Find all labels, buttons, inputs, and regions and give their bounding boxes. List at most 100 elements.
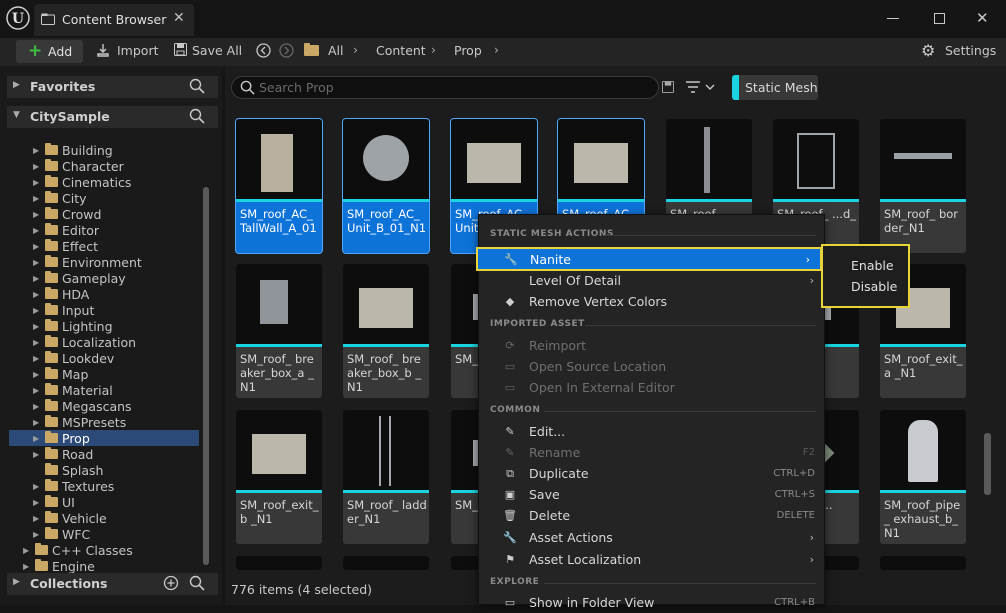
- expand-arrow-icon[interactable]: ▶: [33, 178, 43, 187]
- menu-item-level-of-detail[interactable]: Level Of Detail ›: [479, 270, 824, 291]
- menu-item-asset-localization[interactable]: ⚑ Asset Localization ›: [479, 549, 824, 570]
- sidebar-item-building[interactable]: ▶ Building: [9, 142, 199, 158]
- save-all-button[interactable]: Save All: [174, 42, 244, 62]
- sidebar-item-engine[interactable]: ▶ Engine: [9, 558, 95, 574]
- expand-arrow-icon[interactable]: ▶: [33, 322, 43, 331]
- asset-tile[interactable]: [880, 556, 966, 570]
- asset-tile[interactable]: SM_roof_exit_b _N1: [236, 410, 322, 544]
- asset-tile[interactable]: SM_roof_pipe_ exhaust_b_N1: [880, 410, 966, 544]
- expand-arrow-icon[interactable]: ▶: [33, 146, 43, 155]
- menu-item-show-in-folder[interactable]: ▭ Show in Folder View CTRL+B: [479, 592, 824, 613]
- menu-item-duplicate[interactable]: ⧉ Duplicate CTRL+D: [479, 463, 824, 484]
- asset-tile[interactable]: [343, 556, 429, 570]
- expand-arrow-icon[interactable]: ▶: [33, 210, 43, 219]
- content-browser-tab[interactable]: Content Browser ✕: [34, 4, 194, 36]
- sidebar-item-input[interactable]: ▶ Input: [9, 302, 199, 318]
- sidebar-item-localization[interactable]: ▶ Localization: [9, 334, 199, 350]
- expand-arrow-icon[interactable]: ▶: [33, 290, 43, 299]
- sidebar-item-splash[interactable]: Splash: [9, 462, 199, 478]
- menu-item-enable[interactable]: Enable: [851, 258, 894, 273]
- sidebar-item-crowd[interactable]: ▶ Crowd: [9, 206, 199, 222]
- asset-tile[interactable]: SM_roof_ breaker_box_b _N1: [343, 264, 429, 398]
- sidebar-item-lighting[interactable]: ▶ Lighting: [9, 318, 199, 334]
- expand-arrow-icon[interactable]: ▶: [33, 434, 43, 443]
- sidebar-item-city[interactable]: ▶ City: [9, 190, 199, 206]
- sidebar-item-character[interactable]: ▶ Character: [9, 158, 199, 174]
- expand-arrow-icon[interactable]: ▶: [33, 306, 43, 315]
- breadcrumb-prop[interactable]: Prop: [454, 43, 482, 58]
- sidebar-item-lookdev[interactable]: ▶ Lookdev: [9, 350, 199, 366]
- expand-arrow-icon[interactable]: ▶: [33, 498, 43, 507]
- add-collection-icon[interactable]: [163, 575, 179, 591]
- citysample-header[interactable]: ▼ CitySample: [7, 106, 218, 128]
- expand-arrow-icon[interactable]: ▶: [23, 562, 33, 571]
- menu-item-open-external-editor[interactable]: ▭ Open In External Editor: [479, 377, 824, 398]
- forward-icon[interactable]: [279, 43, 294, 58]
- menu-item-rename[interactable]: ✎ Rename F2: [479, 442, 824, 463]
- collections-header[interactable]: ▶ Collections: [7, 573, 218, 595]
- expand-arrow-icon[interactable]: ▶: [33, 370, 43, 379]
- sidebar-item-environment[interactable]: ▶ Environment: [9, 254, 199, 270]
- expand-arrow-icon[interactable]: ▶: [33, 194, 43, 203]
- search-icon[interactable]: [189, 108, 205, 124]
- menu-item-remove-vertex-colors[interactable]: ◆ Remove Vertex Colors: [479, 291, 824, 312]
- sidebar-item-editor[interactable]: ▶ Editor: [9, 222, 199, 238]
- menu-item-edit[interactable]: ✎ Edit...: [479, 421, 824, 442]
- sidebar-item-vehicle[interactable]: ▶ Vehicle: [9, 510, 199, 526]
- minimize-button[interactable]: [887, 18, 899, 19]
- asset-tile[interactable]: [236, 556, 322, 570]
- close-window-button[interactable]: ✕: [976, 9, 989, 27]
- expand-arrow-icon[interactable]: ▶: [33, 482, 43, 491]
- menu-item-disable[interactable]: Disable: [851, 279, 897, 294]
- expand-arrow-icon[interactable]: ▶: [33, 258, 43, 267]
- asset-tile[interactable]: SM_roof_AC_ Unit_B_01_N1: [342, 118, 430, 254]
- favorites-header[interactable]: ▶ Favorites: [7, 76, 218, 98]
- sidebar-item-wfc[interactable]: ▶ WFC: [9, 526, 199, 542]
- sidebar-item-gameplay[interactable]: ▶ Gameplay: [9, 270, 199, 286]
- back-icon[interactable]: [256, 43, 271, 58]
- import-button[interactable]: Import: [96, 42, 160, 62]
- expand-arrow-icon[interactable]: ▶: [33, 402, 43, 411]
- expand-arrow-icon[interactable]: ▶: [33, 242, 43, 251]
- expand-arrow-icon[interactable]: ▶: [33, 386, 43, 395]
- asset-tile[interactable]: SM_roof_ border_N1: [880, 119, 966, 253]
- folder-icon[interactable]: [304, 43, 323, 56]
- expand-arrow-icon[interactable]: ▶: [33, 354, 43, 363]
- sidebar-item-material[interactable]: ▶ Material: [9, 382, 199, 398]
- breadcrumb-content[interactable]: Content: [376, 43, 426, 58]
- close-tab-icon[interactable]: ✕: [173, 10, 185, 26]
- menu-item-delete[interactable]: 🗑 Delete DELETE: [479, 505, 824, 526]
- menu-item-nanite[interactable]: 🔧 Nanite ›: [476, 247, 822, 271]
- expand-arrow-icon[interactable]: ▶: [33, 162, 43, 171]
- sidebar-item-map[interactable]: ▶ Map: [9, 366, 199, 382]
- expand-arrow-icon[interactable]: ▶: [23, 546, 33, 555]
- expand-arrow-icon[interactable]: ▶: [33, 226, 43, 235]
- expand-arrow-icon[interactable]: ▶: [33, 274, 43, 283]
- expand-arrow-icon[interactable]: ▶: [33, 338, 43, 347]
- expand-arrow-icon[interactable]: ▶: [33, 418, 43, 427]
- search-icon[interactable]: [189, 575, 205, 591]
- breadcrumb-all[interactable]: All: [328, 43, 344, 58]
- settings-button[interactable]: ⚙ Settings: [921, 41, 1001, 61]
- sidebar-item-ui[interactable]: ▶ UI: [9, 494, 199, 510]
- asset-tile[interactable]: SM_roof_ breaker_box_a _N1: [236, 264, 322, 398]
- menu-item-reimport[interactable]: ⟳ Reimport: [479, 335, 824, 356]
- grid-scrollbar[interactable]: [984, 433, 991, 495]
- expand-arrow-icon[interactable]: ▶: [33, 514, 43, 523]
- sidebar-item-cpp-classes[interactable]: ▶ C++ Classes: [9, 542, 133, 558]
- asset-tile[interactable]: SM_roof_ ladder_N1: [343, 410, 429, 544]
- asset-tile[interactable]: SM_roof_AC_ TallWall_A_01: [235, 118, 323, 254]
- expand-arrow-icon[interactable]: ▶: [33, 530, 43, 539]
- sidebar-item-effect[interactable]: ▶ Effect: [9, 238, 199, 254]
- sidebar-item-megascans[interactable]: ▶ Megascans: [9, 398, 199, 414]
- sidebar-item-road[interactable]: ▶ Road: [9, 446, 199, 462]
- menu-item-open-source-location[interactable]: ▭ Open Source Location: [479, 356, 824, 377]
- menu-item-asset-actions[interactable]: 🔧 Asset Actions ›: [479, 527, 824, 548]
- tree-scrollbar[interactable]: [203, 187, 209, 565]
- search-icon[interactable]: [189, 78, 205, 94]
- sidebar-item-hda[interactable]: ▶ HDA: [9, 286, 199, 302]
- maximize-button[interactable]: [934, 13, 945, 24]
- sidebar-item-cinematics[interactable]: ▶ Cinematics: [9, 174, 199, 190]
- add-button[interactable]: + Add: [16, 40, 83, 63]
- sidebar-item-textures[interactable]: ▶ Textures: [9, 478, 199, 494]
